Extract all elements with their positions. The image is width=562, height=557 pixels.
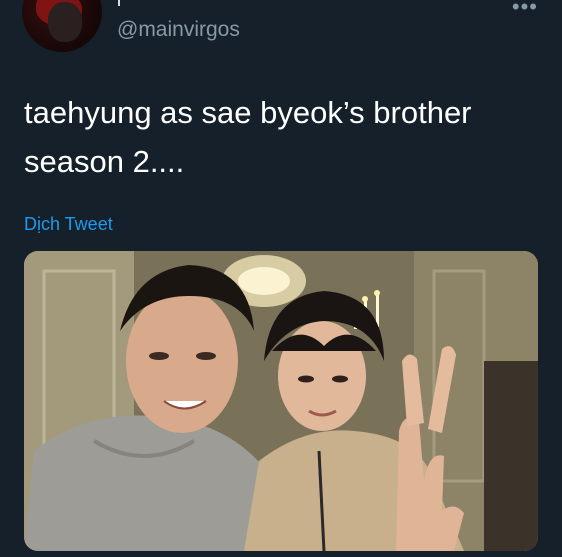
- author-avatar[interactable]: [22, 0, 102, 52]
- tweet-text-line-2: season 2....: [24, 144, 185, 179]
- tweet-photo[interactable]: [24, 251, 538, 551]
- person-left-face: [126, 289, 238, 433]
- more-options-icon[interactable]: •••: [512, 0, 538, 20]
- author-handle[interactable]: @mainvirgos: [117, 18, 240, 42]
- tweet-text: taehyung as sae byeok’s brother season 2…: [24, 88, 544, 186]
- translate-tweet-link[interactable]: Dịch Tweet: [24, 214, 113, 235]
- display-name-fragment[interactable]: [118, 0, 120, 6]
- tweet-text-line-1: taehyung as sae byeok’s brother: [24, 95, 472, 130]
- photo-illustration: [24, 251, 538, 551]
- avatar-figure: [48, 2, 82, 42]
